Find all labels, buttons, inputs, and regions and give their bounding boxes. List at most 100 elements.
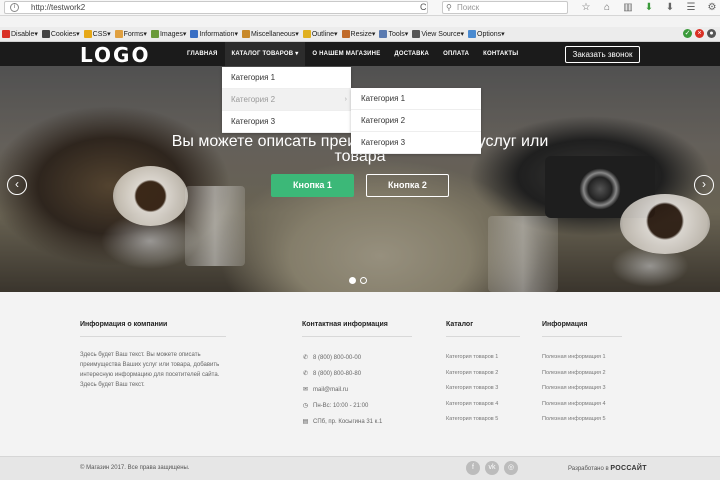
footer-catalog-link[interactable]: Категория товаров 5: [446, 412, 520, 428]
devbar-menu-icon: [341, 30, 350, 38]
footer-catalog-link[interactable]: Категория товаров 4: [446, 397, 520, 413]
footer-info-link[interactable]: Полезная информация 2: [542, 366, 622, 382]
slider-dot[interactable]: [360, 277, 367, 284]
glass-image: [185, 186, 245, 266]
extension-icon[interactable]: ⚙: [706, 2, 718, 13]
site-info-icon[interactable]: i: [10, 3, 19, 12]
dropdown-item[interactable]: Категория 3: [222, 111, 351, 133]
devbar-menu-6[interactable]: Miscellaneous▾: [241, 30, 299, 38]
phone-icon: ✆: [302, 371, 309, 377]
check-icon[interactable]: ✓: [683, 29, 692, 38]
hero-button-1[interactable]: Кнопка 1: [271, 174, 354, 197]
nav-home[interactable]: ГЛАВНАЯ: [180, 42, 225, 66]
devbar-menu-3[interactable]: Forms▾: [114, 30, 147, 38]
download-icon[interactable]: ⬇: [643, 2, 655, 13]
footer-info-link[interactable]: Полезная информация 3: [542, 381, 622, 397]
slider-prev-arrow-icon[interactable]: ‹: [7, 175, 27, 195]
devbar-menu-icon: [41, 30, 50, 38]
footer-info-link[interactable]: Полезная информация 5: [542, 412, 622, 428]
url-text: http://testwork2: [31, 3, 86, 12]
devbar-menu-icon: [83, 30, 92, 38]
downloads-icon[interactable]: ⬇: [664, 2, 676, 13]
contact-line: ▤ СПб, пр. Косыгина 31 к.1: [302, 414, 412, 430]
hero-title-line1: Вы можете описать преи: [171, 133, 357, 150]
facebook-icon[interactable]: f: [466, 461, 480, 475]
coffee-cup-image: [620, 194, 710, 254]
devbar-menu-10[interactable]: View Source▾: [412, 30, 464, 38]
browser-actions: ☆ ⌂ ▥ ⬇ ⬇ ☰ ⚙: [580, 2, 718, 13]
devbar-menu-0[interactable]: Disable▾: [2, 30, 38, 38]
footer-info-title: Информация: [542, 321, 622, 337]
close-icon[interactable]: ×: [695, 29, 704, 38]
site-logo[interactable]: LOGO: [80, 43, 150, 67]
devbar-menu-icon: [241, 30, 250, 38]
devbar-menu-label: Forms▾: [123, 31, 147, 38]
devbar-menu-8[interactable]: Resize▾: [341, 30, 375, 38]
subdropdown-item[interactable]: Категория 2: [351, 110, 481, 132]
footer-bottom-bar: © Магазин 2017. Все права защищены. f vk…: [0, 456, 720, 480]
main-nav: ГЛАВНАЯ КАТАЛОГ ТОВАРОВ ▾ О НАШЕМ МАГАЗИ…: [180, 42, 525, 66]
social-links: f vk ◎: [466, 461, 518, 475]
devbar-menu-label: CSS▾: [92, 31, 111, 38]
nav-catalog[interactable]: КАТАЛОГ ТОВАРОВ ▾: [224, 42, 306, 66]
footer-company-title: Информация о компании: [80, 321, 226, 337]
developer-credit-prefix: Разработано в: [568, 466, 609, 472]
footer-catalog-link[interactable]: Категория товаров 3: [446, 381, 520, 397]
call-request-button[interactable]: Заказать звонок: [565, 46, 640, 63]
devbar-menu-icon: [468, 30, 476, 38]
contact-text: mail@mail.ru: [313, 387, 349, 393]
devbar-menu-5[interactable]: Information▾: [190, 30, 238, 38]
address-bar[interactable]: i http://testwork2: [4, 1, 428, 14]
devbar-menu-7[interactable]: Outline▾: [302, 30, 338, 38]
web-developer-toolbar: Disable▾ Cookies▾ CSS▾ Forms▾ Images▾ Informa…: [0, 27, 720, 42]
hero-button-2[interactable]: Кнопка 2: [366, 174, 449, 197]
library-icon[interactable]: ▥: [622, 2, 634, 13]
browser-search-input[interactable]: ⚲ Поиск: [442, 1, 568, 14]
footer-company: Информация о компании Здесь будет Ваш те…: [80, 321, 226, 390]
nav-delivery[interactable]: ДОСТАВКА: [387, 42, 436, 66]
developer-brand: РОССАЙТ: [610, 465, 647, 472]
developer-credit[interactable]: Разработано в РОССАЙТ: [568, 465, 647, 472]
slider-next-arrow-icon[interactable]: ›: [694, 175, 714, 195]
glass-image: [488, 216, 558, 292]
footer-catalog-link[interactable]: Категория товаров 2: [446, 366, 520, 382]
nav-payment[interactable]: ОПЛАТА: [436, 42, 476, 66]
phone-icon: ✆: [302, 355, 309, 361]
settings-icon[interactable]: ●: [707, 29, 716, 38]
contact-line: ✆ 8 (800) 800-00-00: [302, 350, 412, 366]
dropdown-item[interactable]: Категория 1: [222, 67, 351, 89]
dropdown-item[interactable]: Категория 2 ›: [222, 89, 351, 111]
map-icon: ▤: [302, 419, 309, 425]
devbar-menu-label: Information▾: [199, 31, 238, 38]
site-footer: Информация о компании Здесь будет Ваш те…: [0, 292, 720, 456]
contact-line: ✆ 8 (800) 800-80-80: [302, 366, 412, 382]
devbar-menu-icon: [2, 30, 10, 38]
slider-dot[interactable]: [349, 277, 356, 284]
instagram-icon[interactable]: ◎: [504, 461, 518, 475]
footer-info-link[interactable]: Полезная информация 1: [542, 350, 622, 366]
mail-icon: ✉: [302, 387, 309, 393]
devbar-menu-11[interactable]: Options▾: [468, 30, 505, 38]
devbar-menu-4[interactable]: Images▾: [150, 30, 186, 38]
search-icon: ⚲: [446, 3, 452, 12]
subdropdown-item[interactable]: Категория 1: [351, 88, 481, 110]
reload-icon[interactable]: C: [420, 2, 427, 12]
bookmark-star-icon[interactable]: ☆: [580, 2, 592, 13]
clock-icon: ◷: [302, 403, 309, 409]
subdropdown-item[interactable]: Категория 3: [351, 132, 481, 154]
devbar-menu-9[interactable]: Tools▾: [379, 30, 408, 38]
footer-company-text: Здесь будет Ваш текст. Вы можете описать…: [80, 352, 220, 388]
coffee-cup-image: [113, 166, 188, 226]
devbar-menu-icon: [302, 30, 311, 38]
footer-catalog-title: Каталог: [446, 321, 520, 337]
footer-info-link[interactable]: Полезная информация 4: [542, 397, 622, 413]
devbar-menu-icon: [114, 30, 123, 38]
home-icon[interactable]: ⌂: [601, 2, 613, 13]
menu-icon[interactable]: ☰: [685, 2, 697, 13]
devbar-menu-1[interactable]: Cookies▾: [41, 30, 80, 38]
devbar-menu-2[interactable]: CSS▾: [83, 30, 111, 38]
footer-catalog-link[interactable]: Категория товаров 1: [446, 350, 520, 366]
nav-about[interactable]: О НАШЕМ МАГАЗИНЕ: [305, 42, 387, 66]
vk-icon[interactable]: vk: [485, 461, 499, 475]
nav-contacts[interactable]: КОНТАКТЫ: [476, 42, 525, 66]
